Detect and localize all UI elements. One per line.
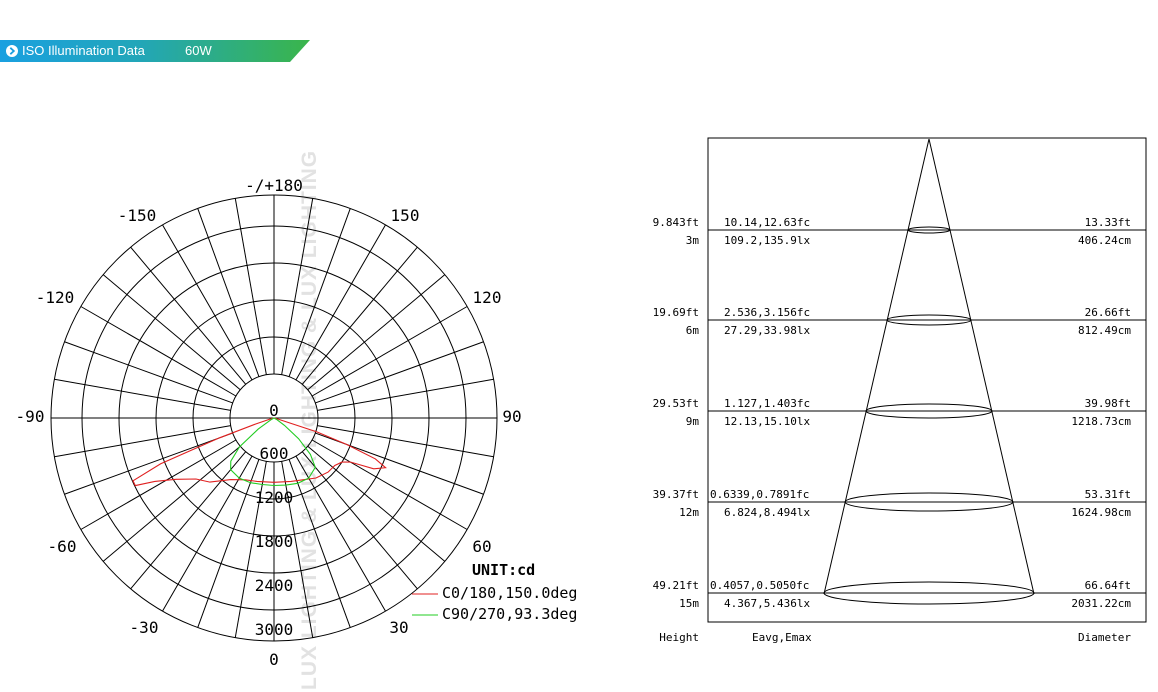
polar-spoke [54, 378, 231, 411]
polar-spoke [317, 378, 494, 411]
row-eavg-lx: 109.2,135.9lx [724, 234, 810, 247]
unit-label: UNIT:cd [472, 561, 535, 579]
cone-right-edge [928, 138, 1035, 595]
row-eavg-lx: 4.367,5.436lx [724, 597, 810, 610]
legend-label-c0: C0/180,150.0deg [442, 584, 577, 602]
cone-row: 9.843ft 3m 10.14,12.63fc 109.2,135.9lx 13.33… [653, 216, 1146, 247]
photometric-diagram: LUX LIGHTING & LUX LIGHTING & LUX LIGHTI… [16, 137, 1147, 690]
polar-spoke [54, 425, 231, 458]
polar-spoke [102, 445, 241, 562]
cone-footer-eavg: Eavg,Emax [752, 631, 812, 644]
cone-rows: 9.843ft 3m 10.14,12.63fc 109.2,135.9lx 13.33… [653, 216, 1146, 610]
polar-spoke [102, 274, 241, 391]
row-diameter-cm: 812.49cm [1078, 324, 1131, 337]
radial-label: 0 [269, 401, 279, 420]
angle-label: -30 [130, 618, 159, 637]
polar-spoke [80, 439, 237, 530]
watermark: LUX LIGHTING & LUX LIGHTING & LUX LIGHTI… [298, 150, 321, 690]
polar-spoke [162, 224, 253, 381]
cone-frame [707, 137, 1147, 623]
row-eavg-lx: 12.13,15.10lx [724, 415, 810, 428]
cone-footer-height: Height [659, 631, 699, 644]
row-eavg-fc: 2.536,3.156fc [724, 306, 810, 319]
angle-label: 30 [389, 618, 408, 637]
angle-label: 0 [269, 650, 279, 669]
row-height-m: 9m [686, 415, 700, 428]
radial-label: 600 [260, 444, 289, 463]
radial-label: 2400 [255, 576, 294, 595]
polar-spoke [317, 425, 494, 458]
row-eavg-fc: 10.14,12.63fc [724, 216, 810, 229]
row-diameter-ft: 13.33ft [1085, 216, 1131, 229]
row-diameter-ft: 53.31ft [1085, 488, 1131, 501]
row-height-ft: 49.21ft [653, 579, 699, 592]
polar-spoke [234, 198, 267, 375]
cone-diagram: 9.843ft 3m 10.14,12.63fc 109.2,135.9lx 13.33… [653, 137, 1147, 644]
row-height-ft: 39.37ft [653, 488, 699, 501]
angle-label: -120 [36, 288, 75, 307]
cone-row: 49.21ft 15m 0.4057,0.5050fc 4.367,5.436lx 66… [653, 579, 1146, 610]
legend-label-c90: C90/270,93.3deg [442, 605, 577, 623]
row-height-ft: 19.69ft [653, 306, 699, 319]
row-eavg-lx: 27.29,33.98lx [724, 324, 810, 337]
cone-row: 39.37ft 12m 0.6339,0.7891fc 6.824,8.494lx 53… [653, 488, 1146, 519]
angle-label: 120 [473, 288, 502, 307]
radial-label: 3000 [255, 620, 294, 639]
row-eavg-lx: 6.824,8.494lx [724, 506, 810, 519]
polar-spoke [311, 306, 468, 397]
row-diameter-cm: 1624.98cm [1071, 506, 1131, 519]
polar-spoke [307, 274, 446, 391]
row-height-ft: 9.843ft [653, 216, 699, 229]
row-diameter-ft: 66.64ft [1085, 579, 1131, 592]
legend: C0/180,150.0deg C90/270,93.3deg [412, 584, 577, 623]
cone-left-edge [823, 138, 930, 595]
cone-row: 19.69ft 6m 2.536,3.156fc 27.29,33.98lx 26.66… [653, 306, 1146, 337]
row-height-m: 12m [679, 506, 699, 519]
row-diameter-cm: 1218.73cm [1071, 415, 1131, 428]
polar-spoke [311, 439, 468, 530]
row-eavg-fc: 0.4057,0.5050fc [710, 579, 809, 592]
angle-label: -150 [118, 206, 157, 225]
row-diameter-ft: 26.66ft [1085, 306, 1131, 319]
row-diameter-cm: 2031.22cm [1071, 597, 1131, 610]
row-height-m: 6m [686, 324, 700, 337]
row-height-m: 15m [679, 597, 699, 610]
row-eavg-fc: 0.6339,0.7891fc [710, 488, 809, 501]
angle-label: 90 [502, 407, 521, 426]
row-height-m: 3m [686, 234, 700, 247]
radial-label: 1200 [255, 488, 294, 507]
polar-spoke [307, 445, 446, 562]
angle-label: 60 [472, 537, 491, 556]
angle-label: 150 [391, 206, 420, 225]
row-diameter-cm: 406.24cm [1078, 234, 1131, 247]
cone-row: 29.53ft 9m 1.127,1.403fc 12.13,15.10lx 39.98… [653, 397, 1146, 428]
row-height-ft: 29.53ft [653, 397, 699, 410]
polar-spoke [130, 246, 247, 385]
row-diameter-ft: 39.98ft [1085, 397, 1131, 410]
cone-footer-diameter: Diameter [1078, 631, 1131, 644]
angle-label: -90 [16, 407, 45, 426]
polar-spoke [80, 306, 237, 397]
row-eavg-fc: 1.127,1.403fc [724, 397, 810, 410]
radial-label: 1800 [255, 532, 294, 551]
angle-label: -/+180 [245, 176, 303, 195]
angle-label: -60 [48, 537, 77, 556]
